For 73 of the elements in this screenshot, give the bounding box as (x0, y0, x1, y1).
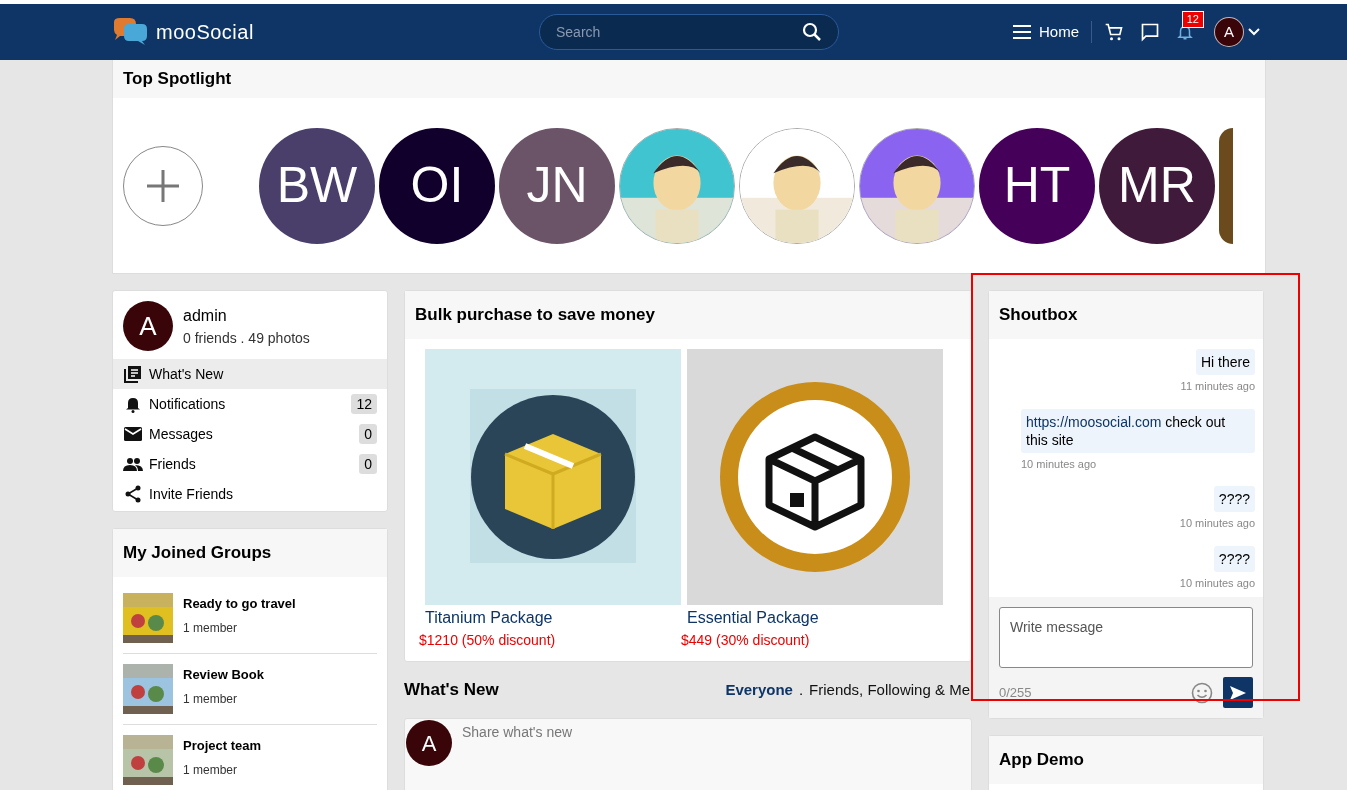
section-title: My Joined Groups (123, 542, 272, 565)
package-name[interactable]: Titanium Package (425, 606, 681, 630)
spotlight-avatar[interactable]: HT (979, 127, 1095, 244)
package-drawing[interactable] (425, 349, 681, 605)
newspaper-icon (124, 365, 142, 383)
section-title: Shoutbox (999, 304, 1078, 327)
spotlight-avatar[interactable]: MR (1099, 127, 1215, 244)
group-name[interactable]: Review Book (183, 665, 264, 685)
send-button[interactable] (1223, 677, 1253, 708)
cart-icon[interactable] (1104, 22, 1124, 42)
send-icon (1230, 685, 1246, 700)
menu-item[interactable]: Friends 0 (113, 449, 387, 479)
user-avatar[interactable]: A (1214, 17, 1244, 47)
feed-filter[interactable]: Everyone (725, 678, 793, 702)
notification-count: 12 (1181, 11, 1204, 28)
menu-item[interactable]: Messages 0 (113, 419, 387, 449)
message-time: 10 minutes ago (1179, 516, 1255, 531)
post-composer[interactable]: A Share what's new (404, 718, 972, 790)
spotlight-avatar[interactable] (1219, 127, 1233, 244)
package-drawing[interactable] (687, 349, 943, 605)
message-bubble: ???? (1213, 545, 1255, 572)
group-name[interactable]: Project team (183, 736, 262, 756)
menu-item[interactable]: Invite Friends (113, 479, 387, 509)
search-field[interactable]: Search (556, 21, 802, 43)
count-badge: 12 (351, 394, 377, 414)
message-bubble: ???? (1213, 486, 1255, 512)
message-time: 11 minutes ago (1180, 379, 1255, 394)
section-title: Bulk purchase to save money (415, 304, 655, 327)
message-field[interactable]: Write message (999, 607, 1253, 668)
menu-icon (1013, 25, 1031, 39)
share-field[interactable]: Share what's new (462, 722, 970, 790)
search-bar[interactable]: Search (539, 14, 839, 50)
feed-filter[interactable]: Friends, Following & Me (809, 678, 970, 702)
section-title: Top Spotlight (123, 68, 232, 91)
menu-item[interactable]: Notifications 12 (113, 389, 387, 419)
menu-item[interactable]: What's New (113, 359, 387, 389)
envelope-icon (124, 427, 142, 441)
package-price: $1210 (50% discount) (419, 631, 557, 650)
message-link[interactable]: https://moosocial.com (1026, 413, 1162, 430)
emoji-icon[interactable] (1191, 681, 1213, 704)
bell-icon (124, 395, 142, 413)
spotlight-avatar[interactable]: JN (499, 127, 615, 244)
count-badge: 0 (359, 454, 377, 474)
message-bubble: Hi there (1195, 349, 1255, 375)
chevron-down-icon[interactable] (1248, 28, 1260, 36)
group-name[interactable]: Ready to go travel (183, 594, 296, 614)
speech-bubbles-icon[interactable] (112, 18, 148, 46)
brand-name[interactable]: mooSocial (156, 17, 254, 47)
section-title: App Demo (999, 749, 1084, 772)
share-icon (124, 485, 142, 503)
count-badge: 0 (359, 424, 377, 444)
package-price: $449 (30% discount) (681, 631, 811, 650)
profile-name[interactable]: admin (183, 303, 310, 328)
home-link[interactable]: Home (1013, 20, 1092, 44)
message-time: 10 minutes ago (1179, 575, 1255, 591)
plus-icon (147, 169, 179, 202)
member-count: 1 member (183, 619, 239, 637)
message-bubble: https://moosocial.com check out this site (1021, 408, 1255, 453)
spotlight-avatar[interactable]: OI (379, 127, 495, 244)
separator-dot: . (798, 679, 804, 700)
profile-stats: 0 friends . 49 photos (183, 328, 310, 348)
chat-icon[interactable] (1140, 22, 1160, 42)
section-title: What's New (404, 679, 499, 702)
member-count: 1 member (183, 690, 239, 708)
package-name[interactable]: Essential Package (687, 606, 943, 630)
member-count: 1 member (183, 761, 239, 779)
message-time: 10 minutes ago (1021, 456, 1097, 472)
people-icon (123, 457, 143, 471)
spotlight-avatar[interactable]: BW (259, 127, 375, 244)
profile-avatar[interactable]: A (123, 301, 173, 351)
user-avatar[interactable]: A (406, 720, 452, 766)
character-counter: 0/255 (999, 683, 1032, 702)
search-icon[interactable] (802, 22, 822, 42)
